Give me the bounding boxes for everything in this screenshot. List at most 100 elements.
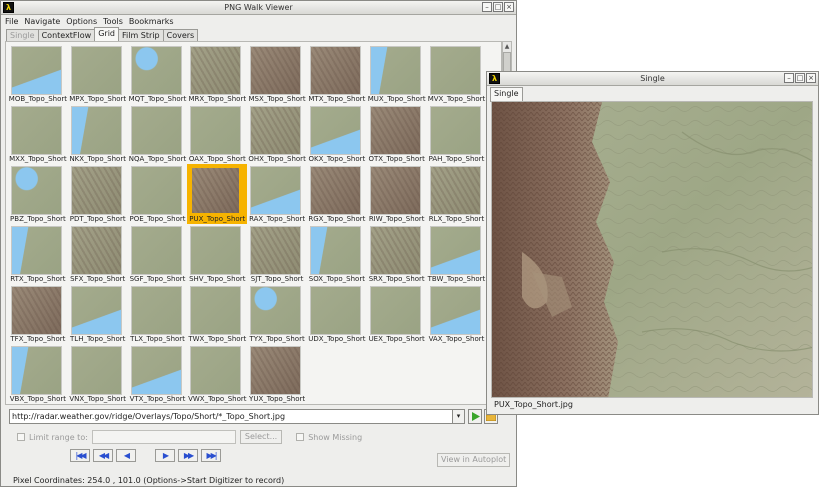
thumbnail-label: TLX_Topo_Short <box>130 335 185 343</box>
thumbnail-cell[interactable]: SGF_Topo_Short <box>128 224 188 284</box>
thumbnail-image <box>309 106 361 155</box>
jump-back-icon[interactable]: ◀◀ <box>93 449 113 462</box>
thumbnail-label: RAX_Topo_Short <box>249 215 306 223</box>
thumbnail-cell[interactable]: NQA_Topo_Short <box>128 104 188 164</box>
range-input[interactable] <box>91 430 236 444</box>
menu-navigate[interactable]: Navigate <box>24 17 60 26</box>
single-titlebar[interactable]: λ Single – □ × <box>487 72 818 86</box>
thumbnail-cell[interactable]: SJT_Topo_Short <box>247 224 307 284</box>
thumbnail-image <box>130 106 182 155</box>
thumbnail-cell[interactable]: RAX_Topo_Short <box>247 164 307 224</box>
thumbnail-cell[interactable]: POE_Topo_Short <box>128 164 188 224</box>
single-close-icon[interactable]: × <box>806 73 816 83</box>
step-forward-icon[interactable]: ▶ <box>155 449 175 462</box>
thumbnail-cell[interactable]: OHX_Topo_Short <box>247 104 307 164</box>
thumbnail-image <box>70 346 122 395</box>
thumbnail-cell[interactable]: SRX_Topo_Short <box>367 224 427 284</box>
thumbnail-cell[interactable]: TLX_Topo_Short <box>128 284 188 344</box>
thumbnail-cell[interactable]: VBX_Topo_Short <box>8 344 68 404</box>
thumbnail-cell[interactable]: MPX_Topo_Short <box>68 44 128 104</box>
thumbnail-cell[interactable]: YUX_Topo_Short <box>247 344 307 404</box>
show-missing-checkbox[interactable] <box>296 433 305 441</box>
thumbnail-cell[interactable]: MOB_Topo_Short <box>8 44 68 104</box>
thumbnail-cell[interactable]: TWX_Topo_Short <box>187 284 247 344</box>
url-dropdown-icon[interactable]: ▾ <box>453 409 465 424</box>
go-play-icon[interactable] <box>468 409 482 424</box>
menu-options[interactable]: Options <box>66 17 97 26</box>
thumbnail-cell[interactable]: MTX_Topo_Short <box>307 44 367 104</box>
thumbnail-cell[interactable]: RGX_Topo_Short <box>307 164 367 224</box>
single-tab[interactable]: Single <box>490 87 523 102</box>
menu-file[interactable]: File <box>5 17 18 26</box>
thumbnail-cell[interactable]: RIW_Topo_Short <box>367 164 427 224</box>
menu-bookmarks[interactable]: Bookmarks <box>129 17 174 26</box>
thumbnail-label: MVX_Topo_Short <box>427 95 486 103</box>
minimize-icon[interactable]: – <box>482 2 492 12</box>
thumbnail-label: YUX_Topo_Short <box>249 395 306 403</box>
thumbnail-cell[interactable]: VAX_Topo_Short <box>427 284 487 344</box>
first-frame-icon[interactable]: |◀◀ <box>70 449 90 462</box>
thumbnail-label: VBX_Topo_Short <box>9 395 67 403</box>
maximize-icon[interactable]: □ <box>493 2 503 12</box>
menu-tools[interactable]: Tools <box>103 17 123 26</box>
jump-forward-icon[interactable]: ▶▶ <box>178 449 198 462</box>
thumbnail-cell[interactable]: UDX_Topo_Short <box>307 284 367 344</box>
thumbnail-cell[interactable]: VNX_Topo_Short <box>68 344 128 404</box>
thumbnail-cell[interactable]: MVX_Topo_Short <box>427 44 487 104</box>
thumbnail-cell[interactable]: RLX_Topo_Short <box>427 164 487 224</box>
main-titlebar[interactable]: λ PNG Walk Viewer – □ × <box>1 1 516 15</box>
thumbnail-cell[interactable]: VWX_Topo_Short <box>187 344 247 404</box>
thumbnail-cell[interactable]: PUX_Topo_Short <box>187 164 248 224</box>
thumbnail-cell[interactable]: SOX_Topo_Short <box>307 224 367 284</box>
thumbnail-cell[interactable]: RTX_Topo_Short <box>8 224 68 284</box>
thumbnail-image <box>309 226 361 275</box>
thumbnail-cell[interactable]: OAX_Topo_Short <box>187 104 247 164</box>
thumbnail-cell[interactable]: UEX_Topo_Short <box>367 284 427 344</box>
url-template-input[interactable] <box>9 409 453 424</box>
single-minimize-icon[interactable]: – <box>784 73 794 83</box>
thumbnail-cell[interactable]: OTX_Topo_Short <box>367 104 427 164</box>
thumbnail-image <box>11 46 62 95</box>
thumbnail-cell[interactable]: TFX_Topo_Short <box>8 284 68 344</box>
thumbnail-cell[interactable]: NKX_Topo_Short <box>68 104 128 164</box>
thumbnail-image <box>250 106 302 155</box>
thumbnail-cell[interactable]: SFX_Topo_Short <box>68 224 128 284</box>
thumbnail-image <box>369 286 421 335</box>
topo-map-image[interactable] <box>491 101 813 398</box>
thumbnail-cell[interactable]: SHV_Topo_Short <box>187 224 247 284</box>
thumbnail-cell[interactable]: PBZ_Topo_Short <box>8 164 68 224</box>
thumbnail-cell[interactable]: TBW_Topo_Short <box>427 224 487 284</box>
thumbnail-cell[interactable]: MQT_Topo_Short <box>128 44 188 104</box>
thumbnail-cell[interactable]: PDT_Topo_Short <box>68 164 128 224</box>
view-in-autoplot-button[interactable]: View in Autoplot <box>437 453 511 467</box>
thumbnail-cell[interactable]: TLH_Topo_Short <box>68 284 128 344</box>
thumbnail-image <box>70 286 122 335</box>
single-tabs: Single <box>490 87 523 102</box>
thumbnail-label: VWX_Topo_Short <box>188 395 247 403</box>
thumbnail-label: SRX_Topo_Short <box>368 275 425 283</box>
thumbnail-cell[interactable]: MUX_Topo_Short <box>367 44 427 104</box>
single-window-title: Single <box>640 74 665 83</box>
select-range-button[interactable]: Select... <box>239 430 283 444</box>
thumbnail-cell[interactable]: MXX_Topo_Short <box>8 104 68 164</box>
close-icon[interactable]: × <box>504 2 514 12</box>
thumbnail-cell[interactable]: OKX_Topo_Short <box>307 104 367 164</box>
thumbnail-cell[interactable]: VTX_Topo_Short <box>128 344 188 404</box>
limit-range-checkbox[interactable] <box>17 433 25 441</box>
tab-grid[interactable]: Grid <box>94 27 119 42</box>
thumbnail-image <box>309 46 361 95</box>
thumbnail-cell[interactable]: PAH_Topo_Short <box>427 104 487 164</box>
single-maximize-icon[interactable]: □ <box>795 73 805 83</box>
thumbnail-image <box>11 346 62 395</box>
thumbnail-cell[interactable]: TYX_Topo_Short <box>247 284 307 344</box>
thumbnail-label: RIW_Topo_Short <box>368 215 425 223</box>
thumbnail-cell[interactable]: MSX_Topo_Short <box>247 44 307 104</box>
step-back-icon[interactable]: ◀ <box>116 449 136 462</box>
thumbnail-label: NQA_Topo_Short <box>128 155 187 163</box>
scroll-up-icon[interactable]: ▲ <box>503 42 511 51</box>
thumbnail-label: MOB_Topo_Short <box>8 95 68 103</box>
thumbnail-cell[interactable]: MRX_Topo_Short <box>187 44 247 104</box>
thumbnail-image <box>250 226 302 275</box>
last-frame-icon[interactable]: ▶▶| <box>201 449 221 462</box>
thumbnail-image <box>11 166 62 215</box>
